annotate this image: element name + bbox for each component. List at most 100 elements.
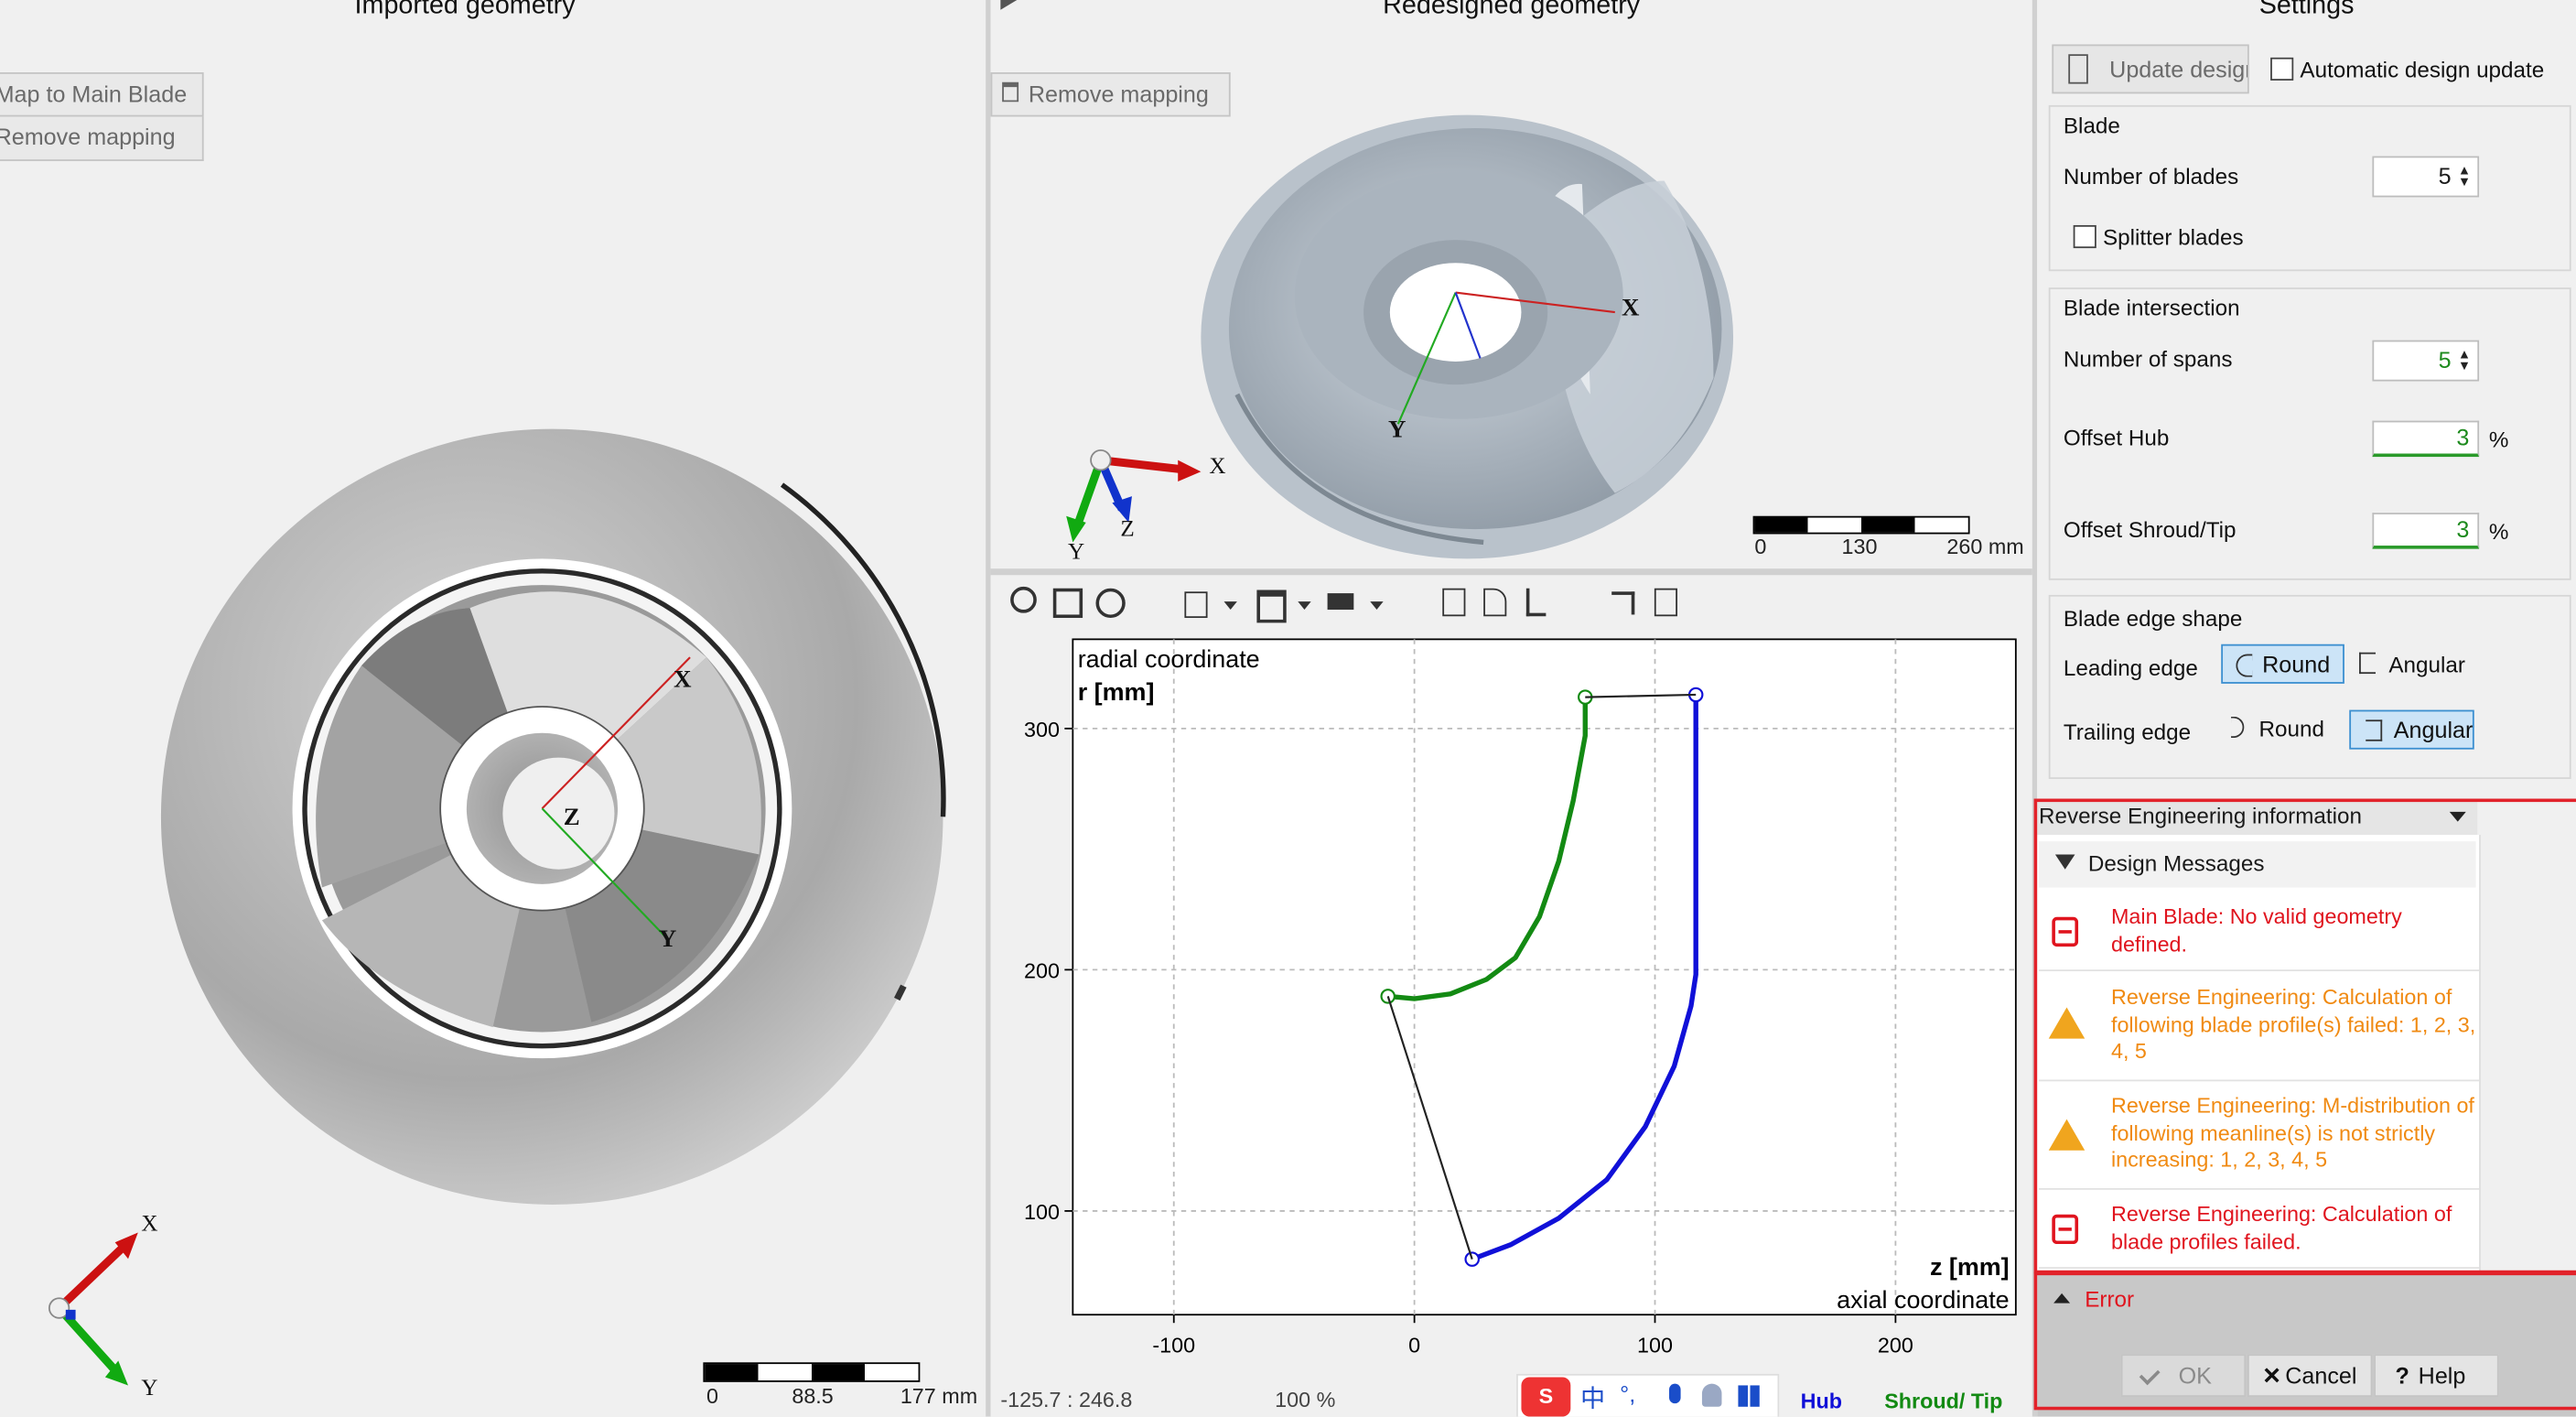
map-to-main-blade-button[interactable]: Map to Main Blade xyxy=(0,71,204,117)
user-icon[interactable] xyxy=(1701,1383,1722,1407)
angular-edge-icon xyxy=(2359,652,2377,675)
scale-tick: 177 mm xyxy=(900,1383,978,1409)
ok-button[interactable]: OK xyxy=(2120,1354,2247,1398)
splitter-horizontal[interactable] xyxy=(990,568,2032,576)
offset-hub-input[interactable]: 3 xyxy=(2372,420,2480,458)
offset-hub-label: Offset Hub xyxy=(2063,425,2170,450)
help-button[interactable]: ? Help xyxy=(2374,1354,2499,1398)
app-window: Imported geometry Map to Main Blade Remo… xyxy=(0,0,2576,1417)
message-item[interactable]: Reverse Engineering: Calculation of foll… xyxy=(2038,971,2480,1082)
panel-title: Imported geometry xyxy=(354,0,576,20)
scale-tick: 130 xyxy=(1841,534,1878,559)
message-text: Reverse Engineering: Calculation of foll… xyxy=(2110,984,2476,1064)
stepper-arrows-icon[interactable]: ▲ ▼ xyxy=(2458,164,2471,189)
splitter-blades-label: Splitter blades xyxy=(2102,224,2244,250)
axis-triad: X Y Z xyxy=(1066,449,1225,564)
remove-mapping-button[interactable]: Remove mapping xyxy=(0,116,204,161)
axis-triad: X Y xyxy=(48,1212,158,1401)
meridional-chart-panel: -100 0 100 200 100 200 300 radial coordinate r [… xyxy=(990,575,2032,1417)
punctuation-icon[interactable]: °, xyxy=(1620,1380,1635,1407)
ok-label: OK xyxy=(2178,1362,2212,1390)
chevron-up-icon[interactable] xyxy=(2053,1293,2071,1303)
angular-edge-icon xyxy=(2366,719,2383,741)
round-label: Round xyxy=(2262,650,2331,677)
number-of-blades-stepper[interactable]: 5 ▲ ▼ xyxy=(2372,156,2480,198)
x-tick-label: 100 xyxy=(1637,1334,1673,1358)
error-icon xyxy=(2052,1214,2079,1245)
svg-text:X: X xyxy=(674,665,692,692)
percent-unit: % xyxy=(2488,427,2509,452)
trailing-edge-round-option[interactable]: Round xyxy=(2231,716,2324,741)
message-text: Reverse Engineering: M-distribution of f… xyxy=(2110,1092,2474,1173)
error-icon xyxy=(2052,916,2079,947)
angular-label: Angular xyxy=(2388,652,2465,677)
legend-shroud: Shroud/ Tip xyxy=(1884,1389,2003,1413)
scale-bar xyxy=(1752,515,1970,535)
number-of-spans-stepper[interactable]: 5 ▲ ▼ xyxy=(2372,340,2480,382)
cancel-button[interactable]: ✕ Cancel xyxy=(2247,1354,2373,1398)
control-point xyxy=(1464,1251,1480,1267)
svg-text:Z: Z xyxy=(564,803,580,830)
svg-text:Y: Y xyxy=(1068,539,1084,564)
message-item[interactable]: Reverse Engineering: Calculation of blad… xyxy=(2038,1188,2480,1269)
filter-icon xyxy=(2054,854,2075,870)
y-axis-unit: r [mm] xyxy=(1078,678,1155,706)
redesigned-geometry-panel: Redesigned geometry Remove mapping X Y X… xyxy=(990,0,2032,569)
warning-icon xyxy=(2048,1119,2086,1151)
number-of-spans-label: Number of spans xyxy=(2063,346,2233,372)
y-tick-label: 100 xyxy=(1024,1200,1060,1224)
update-design-label: Update design xyxy=(2109,56,2249,82)
checkbox-box[interactable] xyxy=(2270,57,2294,81)
update-design-button[interactable]: Update design xyxy=(2052,44,2249,94)
x-axis-unit: z [mm] xyxy=(1930,1253,2010,1281)
settings-title: Settings xyxy=(2258,0,2355,20)
round-edge-icon xyxy=(2236,654,2253,677)
help-label: Help xyxy=(2418,1362,2466,1390)
chinese-mode-icon[interactable]: 中 xyxy=(1580,1380,1605,1415)
ime-toolbar: S 中 °, xyxy=(1516,1373,1780,1417)
group-title: Blade xyxy=(2063,113,2120,138)
warning-icon xyxy=(2048,1007,2086,1039)
automatic-update-label: Automatic design update xyxy=(2300,57,2545,82)
microphone-icon[interactable] xyxy=(1669,1383,1681,1404)
error-status-label: Error xyxy=(2085,1286,2135,1312)
stepper-arrows-icon[interactable]: ▲ ▼ xyxy=(2458,348,2471,373)
svg-text:Y: Y xyxy=(659,925,676,952)
message-item[interactable]: Main Blade: No valid geometry defined. xyxy=(2038,891,2480,972)
group-title: Blade edge shape xyxy=(2063,606,2243,632)
error-status-bar: Error OK ✕ Cancel ? Help xyxy=(2037,1273,2576,1417)
round-label: Round xyxy=(2258,716,2324,741)
meridional-plot[interactable]: -100 0 100 200 100 200 300 radial coordinate r [… xyxy=(991,575,2032,1416)
redesigned-3d-view[interactable]: X Y X Y Z xyxy=(991,0,2032,568)
checkbox-box[interactable] xyxy=(2073,224,2096,249)
x-axis-label: axial coordinate xyxy=(1837,1286,2009,1314)
offset-shroud-input[interactable]: 3 xyxy=(2372,513,2480,549)
impeller-3d-view[interactable]: X Z Y X Y xyxy=(0,165,986,1417)
message-item[interactable]: Reverse Engineering: M-distribution of f… xyxy=(2038,1080,2480,1190)
leading-edge-round-button[interactable]: Round xyxy=(2221,644,2344,684)
legend-hub: Hub xyxy=(1800,1389,1843,1413)
scale-tick: 0 xyxy=(706,1383,718,1409)
status-zoom: 100 % xyxy=(1275,1387,1336,1412)
splitter-blades-checkbox[interactable]: Splitter blades xyxy=(2073,224,2244,250)
x-tick-label: -100 xyxy=(1152,1334,1195,1358)
reverse-engineering-title: Reverse Engineering information xyxy=(2038,803,2362,828)
svg-text:Z: Z xyxy=(1120,516,1134,541)
automatic-design-update-checkbox[interactable]: Automatic design update xyxy=(2270,57,2545,82)
scale-tick: 260 mm xyxy=(1946,534,2024,559)
leading-edge-angular-option[interactable]: Angular xyxy=(2359,652,2465,677)
svg-text:X: X xyxy=(1209,454,1225,479)
imported-geometry-panel: Imported geometry Map to Main Blade Remo… xyxy=(0,0,986,1417)
question-icon: ? xyxy=(2395,1362,2409,1390)
reverse-engineering-header[interactable]: Reverse Engineering information xyxy=(2037,798,2478,837)
number-of-blades-label: Number of blades xyxy=(2063,164,2239,189)
y-axis-label: radial coordinate xyxy=(1078,645,1260,673)
design-messages-label: Design Messages xyxy=(2087,850,2265,876)
scale-tick: 0 xyxy=(1754,534,1767,559)
trailing-edge-angular-button[interactable]: Angular xyxy=(2349,709,2474,750)
grid-menu-icon[interactable] xyxy=(1738,1385,1760,1407)
design-messages-row[interactable]: Design Messages xyxy=(2038,841,2476,888)
message-text: Main Blade: No valid geometry defined. xyxy=(2110,903,2402,956)
svg-text:X: X xyxy=(141,1212,157,1237)
leading-edge-label: Leading edge xyxy=(2063,655,2198,681)
